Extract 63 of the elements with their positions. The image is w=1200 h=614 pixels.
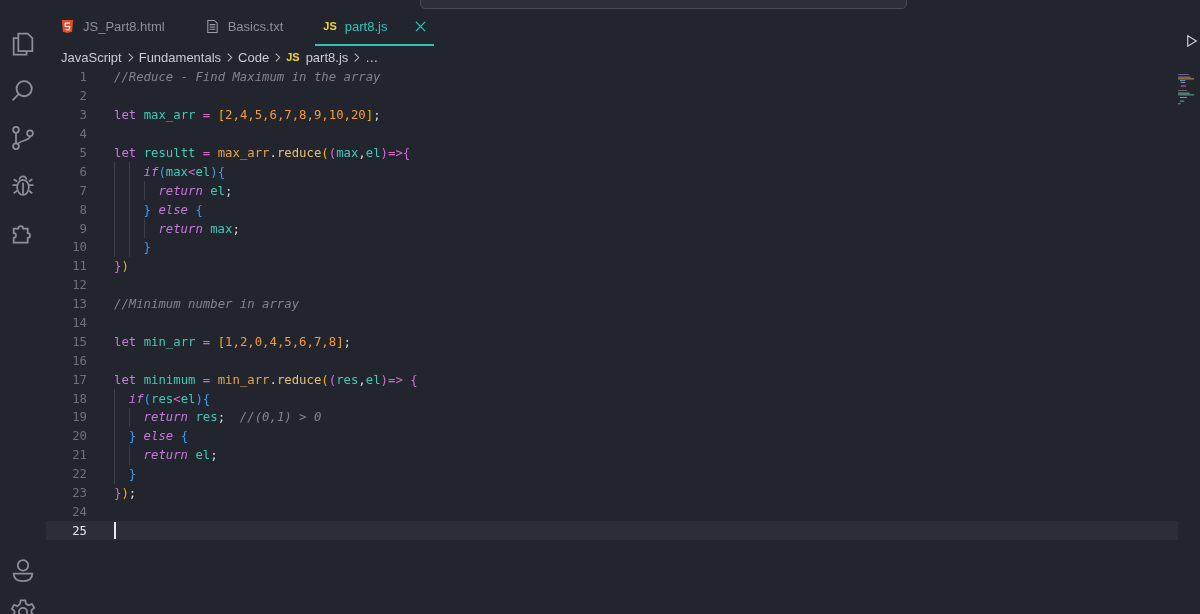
editor-tab[interactable]: JS_Part8.html <box>52 8 173 46</box>
line-number: 7 <box>78 183 87 198</box>
line-number: 5 <box>78 146 87 160</box>
line-number: 21 <box>71 448 87 463</box>
code-line: //Reduce - Find Maximum in the array <box>114 69 381 87</box>
code-line: let resultt = max_arr.reduce((max,el)=>{ <box>114 145 411 162</box>
code-line: return el; <box>114 181 233 201</box>
code-line: } <box>114 238 151 257</box>
line-number: 20 <box>71 429 87 444</box>
breadcrumb-item[interactable]: Code <box>238 49 270 65</box>
source-control-icon[interactable] <box>9 124 37 152</box>
code-line: //Minimum number in array <box>114 296 300 314</box>
line-number: 8 <box>78 202 87 217</box>
code-line: }) <box>114 258 129 276</box>
line-number: 14 <box>71 316 87 330</box>
line-number: 13 <box>71 297 87 312</box>
js-file-icon: JS <box>323 20 337 32</box>
breadcrumb-item[interactable]: JS part8.js <box>286 49 349 65</box>
line-number: 19 <box>71 410 87 425</box>
line-number: 2 <box>78 89 87 104</box>
code-line: } <box>114 464 137 484</box>
code-line: } else { <box>114 200 203 220</box>
line-number: 3 <box>78 108 87 123</box>
run-icon[interactable] <box>1186 34 1198 48</box>
line-number: 23 <box>71 486 87 501</box>
line-number: 6 <box>78 164 87 179</box>
line-number: 11 <box>71 259 87 274</box>
code-line: return el; <box>114 445 218 465</box>
shield-icon <box>60 18 75 34</box>
code-line: } else { <box>114 426 189 446</box>
editor-tab[interactable]: JS part8.js <box>315 8 435 46</box>
code-line: if(max<el){ <box>114 162 226 182</box>
editor-tab[interactable]: Basics.txt <box>196 8 292 46</box>
code-line: let min_arr = [1,2,0,4,5,6,7,8]; <box>114 333 351 351</box>
document-icon <box>204 18 220 34</box>
line-number: 12 <box>71 278 87 293</box>
line-number: 22 <box>71 467 87 482</box>
minimap[interactable] <box>1178 74 1196 106</box>
code-line: return max; <box>114 219 240 238</box>
line-number: 16 <box>71 353 87 368</box>
breadcrumb-item[interactable]: … <box>365 49 379 65</box>
line-number: 10 <box>71 240 87 255</box>
breadcrumb-item[interactable]: Fundamentals <box>138 49 222 65</box>
code-line: return res; //(0,1) > 0 <box>114 408 322 427</box>
chevron-icon <box>274 51 282 63</box>
chevron-icon <box>126 51 134 63</box>
close-icon[interactable] <box>415 20 427 32</box>
chevron-icon <box>353 51 361 63</box>
code-line: let minimum = min_arr.reduce((res,el)=> { <box>114 371 418 389</box>
breadcrumb-item[interactable]: JavaScript <box>61 49 122 65</box>
code-line: let max_arr = [2,4,5,6,7,8,9,10,20]; <box>114 107 381 125</box>
code-line: }); <box>114 485 137 503</box>
line-number: 25 <box>71 523 87 538</box>
chevron-icon <box>226 51 234 63</box>
line-number: 9 <box>78 221 87 236</box>
line-number: 18 <box>71 391 87 406</box>
code-line: if(res<el){ <box>114 389 211 409</box>
line-number: 1 <box>78 70 87 85</box>
line-number: 17 <box>71 372 87 387</box>
line-number: 24 <box>71 504 87 519</box>
line-number: 4 <box>78 127 87 142</box>
line-number: 15 <box>71 334 87 349</box>
text-cursor <box>114 522 116 540</box>
